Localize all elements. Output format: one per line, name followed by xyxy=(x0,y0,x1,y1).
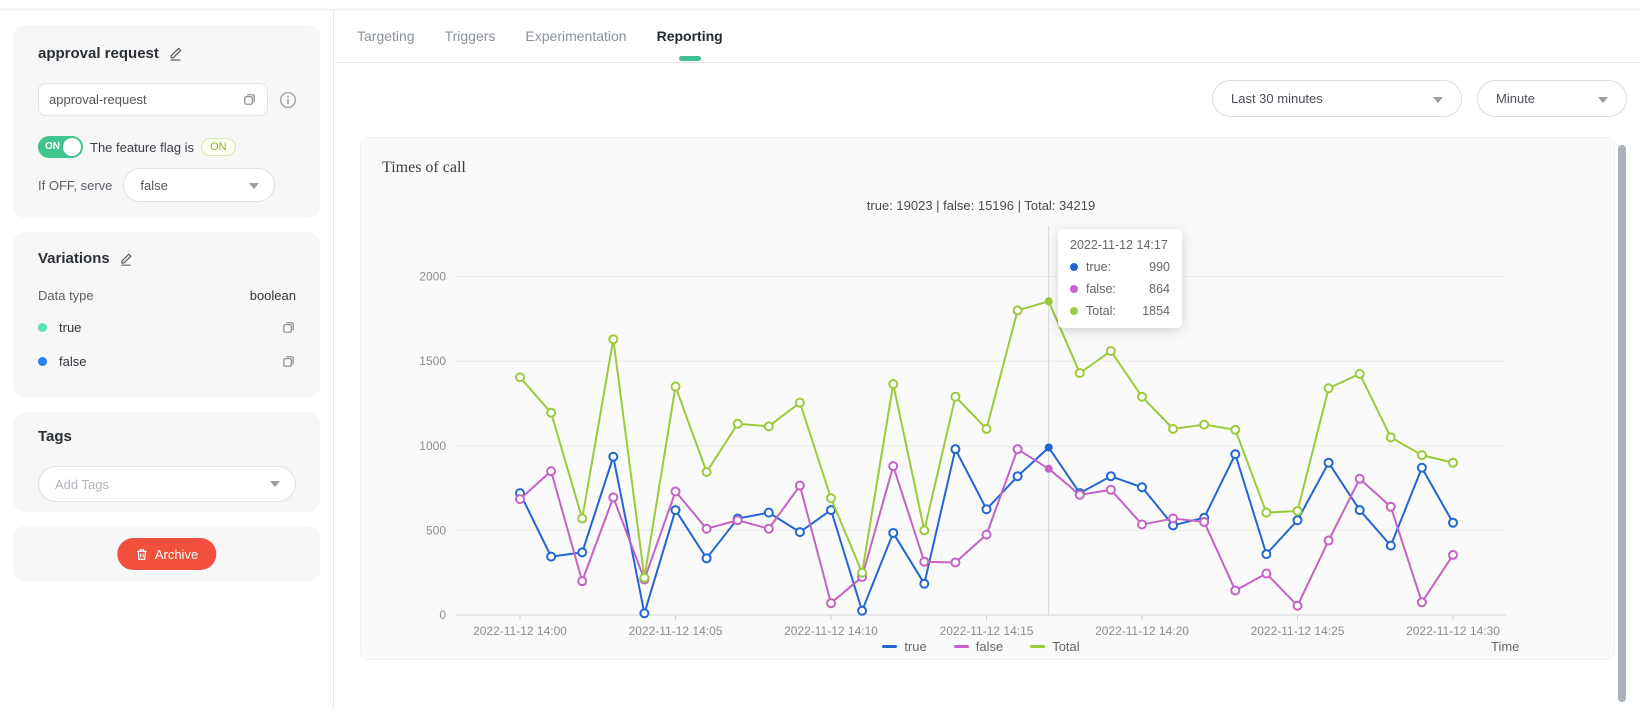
variation-true-label: true xyxy=(59,320,81,335)
flag-summary-card: approval request approval-request ON The… xyxy=(13,25,320,218)
edit-flag-name-icon[interactable] xyxy=(168,46,183,61)
add-tags-placeholder: Add Tags xyxy=(55,477,109,492)
legend-item-total[interactable]: Total xyxy=(1030,639,1079,654)
legend-false-dash xyxy=(954,645,969,648)
flag-key-input[interactable]: approval-request xyxy=(38,83,268,116)
vertical-scrollbar-thumb[interactable] xyxy=(1618,145,1626,702)
feature-flag-toggle[interactable]: ON xyxy=(38,136,83,158)
trash-icon xyxy=(135,548,148,561)
tab-triggers[interactable]: Triggers xyxy=(445,10,496,62)
flag-state-badge: ON xyxy=(201,138,236,156)
time-range-value: Last 30 minutes xyxy=(1231,91,1323,106)
archive-button[interactable]: Archive xyxy=(117,538,216,570)
svg-text:2022-11-12 14:05: 2022-11-12 14:05 xyxy=(629,624,723,638)
svg-text:2022-11-12 14:25: 2022-11-12 14:25 xyxy=(1251,624,1345,638)
svg-text:0: 0 xyxy=(439,608,446,622)
off-serve-select[interactable]: false xyxy=(123,168,275,202)
variation-row-true: true xyxy=(38,320,296,335)
toggle-label: The feature flag is xyxy=(90,140,194,155)
legend-true-dash xyxy=(882,645,897,648)
data-type-value: boolean xyxy=(250,288,296,303)
tooltip-row-true: true: 990 xyxy=(1070,260,1170,274)
reporting-chart-card: Times of call true: 19023 | false: 15196… xyxy=(360,137,1615,660)
chevron-down-icon xyxy=(249,183,259,189)
svg-text:2000: 2000 xyxy=(419,270,446,284)
flag-title: approval request xyxy=(38,45,159,62)
variation-true-dot xyxy=(38,323,47,332)
off-serve-label: If OFF, serve xyxy=(38,178,112,193)
svg-text:2022-11-12 14:15: 2022-11-12 14:15 xyxy=(940,624,1034,638)
svg-text:500: 500 xyxy=(426,523,446,537)
tooltip-date: 2022-11-12 14:17 xyxy=(1070,238,1170,252)
granularity-value: Minute xyxy=(1496,91,1535,106)
svg-text:2022-11-12 14:30: 2022-11-12 14:30 xyxy=(1406,624,1500,638)
series-total-dot xyxy=(1070,307,1078,315)
tags-card: Tags Add Tags xyxy=(13,412,320,512)
tooltip-row-false: false: 864 xyxy=(1070,282,1170,296)
flag-sidebar: approval request approval-request ON The… xyxy=(0,10,334,708)
off-serve-value: false xyxy=(140,178,167,193)
variation-row-false: false xyxy=(38,354,296,369)
variations-title: Variations xyxy=(38,250,110,267)
add-tags-select[interactable]: Add Tags xyxy=(38,466,296,502)
legend-total-dash xyxy=(1030,645,1045,648)
svg-text:1500: 1500 xyxy=(419,354,446,368)
tab-experimentation[interactable]: Experimentation xyxy=(525,10,626,62)
archive-label: Archive xyxy=(155,547,198,562)
flag-tabs: Targeting Triggers Experimentation Repor… xyxy=(335,10,1640,63)
chart-legend: true false Total xyxy=(456,639,1506,654)
copy-variation-true-icon[interactable] xyxy=(281,320,296,335)
edit-variations-icon[interactable] xyxy=(119,252,133,266)
svg-text:2022-11-12 14:20: 2022-11-12 14:20 xyxy=(1095,624,1189,638)
granularity-select[interactable]: Minute xyxy=(1477,80,1627,117)
archive-card: Archive xyxy=(13,526,320,582)
svg-text:2022-11-12 14:00: 2022-11-12 14:00 xyxy=(473,624,567,638)
tab-reporting[interactable]: Reporting xyxy=(657,10,723,62)
series-false-dot xyxy=(1070,285,1078,293)
legend-item-true[interactable]: true xyxy=(882,639,926,654)
variation-false-dot xyxy=(38,357,47,366)
toggle-knob xyxy=(63,138,81,156)
tooltip-row-total: Total: 1854 xyxy=(1070,304,1170,318)
tab-targeting[interactable]: Targeting xyxy=(357,10,415,62)
copy-variation-false-icon[interactable] xyxy=(281,354,296,369)
chevron-down-icon xyxy=(1598,97,1608,103)
variations-card: Variations Data type boolean true false xyxy=(13,232,320,398)
svg-text:2022-11-12 14:10: 2022-11-12 14:10 xyxy=(784,624,878,638)
legend-item-false[interactable]: false xyxy=(954,639,1003,654)
series-true-dot xyxy=(1070,263,1078,271)
data-type-label: Data type xyxy=(38,288,94,303)
chevron-down-icon xyxy=(1433,97,1443,103)
chart-tooltip: 2022-11-12 14:17 true: 990 false: 864 To… xyxy=(1058,229,1182,328)
flag-key-value: approval-request xyxy=(49,92,242,107)
line-chart-plot: 0 500 1000 1500 2000 2022-11-12 14:00 2022-11-… xyxy=(361,138,1616,661)
tags-title: Tags xyxy=(38,428,72,445)
copy-flag-key-icon[interactable] xyxy=(242,92,257,107)
info-icon[interactable] xyxy=(279,91,297,109)
variation-false-label: false xyxy=(59,354,86,369)
x-axis-title: Time xyxy=(1491,639,1519,654)
time-range-select[interactable]: Last 30 minutes xyxy=(1212,80,1462,117)
toggle-on-text: ON xyxy=(45,141,60,152)
svg-text:1000: 1000 xyxy=(419,439,446,453)
chevron-down-icon xyxy=(270,481,280,487)
